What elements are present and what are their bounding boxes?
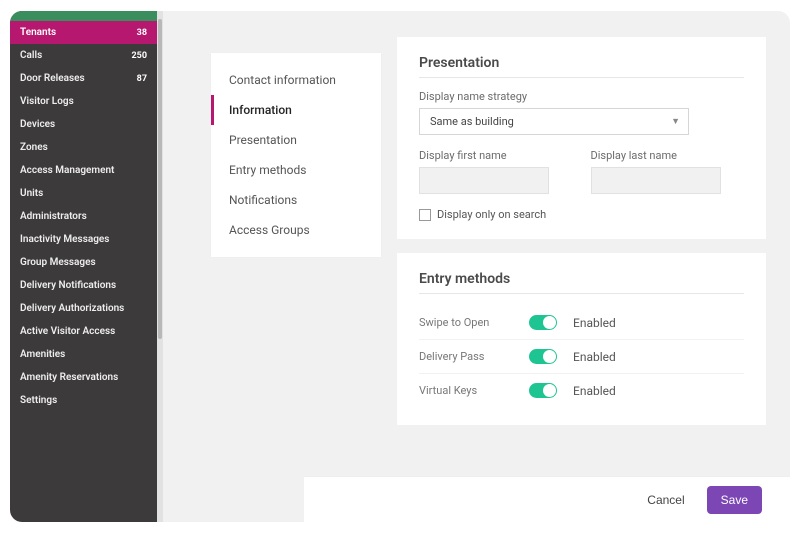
entry-method-name: Swipe to Open [419, 316, 529, 329]
entry-method-toggle[interactable] [529, 383, 557, 398]
presentation-panel: Presentation Display name strategy Same … [397, 37, 766, 239]
entry-method-name: Virtual Keys [419, 384, 529, 397]
display-only-on-search-checkbox[interactable] [419, 209, 431, 221]
entry-methods-panel: Entry methods Swipe to Open Enabled Deli… [397, 253, 766, 425]
sidebar-item-group-messages[interactable]: Group Messages [10, 251, 157, 274]
panel-title: Entry methods [419, 271, 744, 287]
toggle-knob [543, 350, 556, 363]
scrollbar[interactable] [157, 11, 163, 522]
sidebar-item-visitor-logs[interactable]: Visitor Logs [10, 90, 157, 113]
display-strategy-select[interactable]: Same as building ▼ [419, 108, 689, 135]
sidebar-item-label: Administrators [20, 211, 87, 222]
sidebar-item-label: Zones [20, 142, 48, 153]
sidebar-item-devices[interactable]: Devices [10, 113, 157, 136]
cancel-button[interactable]: Cancel [641, 492, 690, 508]
display-last-input[interactable] [591, 167, 721, 194]
sidebar-item-delivery-authorizations[interactable]: Delivery Authorizations [10, 297, 157, 320]
sidebar-item-label: Tenants [20, 27, 56, 38]
sidebar-item-label: Delivery Authorizations [20, 303, 124, 314]
sidebar-item-badge: 38 [137, 28, 147, 38]
chevron-down-icon: ▼ [671, 116, 680, 127]
subnav-item-contact-information[interactable]: Contact information [211, 65, 381, 95]
sidebar-item-door-releases[interactable]: Door Releases 87 [10, 67, 157, 90]
sidebar-item-label: Active Visitor Access [20, 326, 115, 337]
subnav-item-notifications[interactable]: Notifications [211, 185, 381, 215]
divider [419, 293, 744, 294]
entry-method-status: Enabled [573, 350, 616, 364]
sidebar-item-administrators[interactable]: Administrators [10, 205, 157, 228]
subnav: Contact information Information Presenta… [211, 53, 381, 257]
sidebar-item-calls[interactable]: Calls 250 [10, 44, 157, 67]
entry-method-status: Enabled [573, 316, 616, 330]
subnav-item-label: Contact information [229, 73, 336, 87]
sidebar-item-badge: 87 [137, 74, 147, 84]
subnav-item-entry-methods[interactable]: Entry methods [211, 155, 381, 185]
sidebar-item-settings[interactable]: Settings [10, 389, 157, 412]
subnav-item-label: Notifications [229, 193, 297, 207]
sidebar-item-zones[interactable]: Zones [10, 136, 157, 159]
subnav-item-label: Access Groups [229, 223, 310, 237]
sidebar-item-label: Visitor Logs [20, 96, 74, 107]
subnav-item-label: Entry methods [229, 163, 306, 177]
sidebar: Tenants 38 Calls 250 Door Releases 87 Vi… [10, 11, 157, 522]
panel-title: Presentation [419, 55, 744, 71]
sidebar-item-badge: 250 [132, 51, 148, 61]
toggle-knob [543, 316, 556, 329]
subnav-item-information[interactable]: Information [211, 95, 381, 125]
subnav-item-presentation[interactable]: Presentation [211, 125, 381, 155]
entry-method-toggle[interactable] [529, 315, 557, 330]
subnav-item-label: Information [229, 103, 292, 117]
entry-method-name: Delivery Pass [419, 350, 529, 363]
sidebar-item-label: Access Management [20, 165, 114, 176]
sidebar-item-inactivity-messages[interactable]: Inactivity Messages [10, 228, 157, 251]
sidebar-item-label: Group Messages [20, 257, 96, 268]
sidebar-item-label: Inactivity Messages [20, 234, 109, 245]
main-content: Contact information Information Presenta… [157, 11, 790, 522]
display-first-label: Display first name [419, 149, 573, 162]
entry-method-status: Enabled [573, 384, 616, 398]
sidebar-item-label: Settings [20, 395, 57, 406]
subnav-item-access-groups[interactable]: Access Groups [211, 215, 381, 245]
entry-method-toggle[interactable] [529, 349, 557, 364]
footer: Cancel Save [304, 476, 790, 522]
sidebar-item-label: Amenities [20, 349, 65, 360]
sidebar-header-bar [10, 11, 157, 21]
sidebar-item-label: Calls [20, 50, 42, 61]
save-button[interactable]: Save [707, 486, 762, 514]
sidebar-item-active-visitor-access[interactable]: Active Visitor Access [10, 320, 157, 343]
display-strategy-label: Display name strategy [419, 90, 744, 103]
sidebar-item-delivery-notifications[interactable]: Delivery Notifications [10, 274, 157, 297]
subnav-item-label: Presentation [229, 133, 297, 147]
sidebar-item-tenants[interactable]: Tenants 38 [10, 21, 157, 44]
sidebar-item-units[interactable]: Units [10, 182, 157, 205]
sidebar-item-label: Amenity Reservations [20, 372, 118, 383]
display-only-on-search-label: Display only on search [437, 208, 546, 221]
sidebar-item-amenity-reservations[interactable]: Amenity Reservations [10, 366, 157, 389]
sidebar-item-label: Delivery Notifications [20, 280, 116, 291]
scrollbar-thumb[interactable] [158, 19, 162, 339]
select-value: Same as building [430, 115, 514, 128]
sidebar-item-label: Door Releases [20, 73, 85, 84]
sidebar-item-label: Units [20, 188, 43, 199]
toggle-knob [543, 384, 556, 397]
divider [419, 77, 744, 78]
display-last-label: Display last name [591, 149, 745, 162]
display-first-input[interactable] [419, 167, 549, 194]
entry-method-row: Delivery Pass Enabled [419, 340, 744, 374]
sidebar-item-access-management[interactable]: Access Management [10, 159, 157, 182]
sidebar-item-label: Devices [20, 119, 55, 130]
entry-method-row: Swipe to Open Enabled [419, 306, 744, 340]
entry-method-row: Virtual Keys Enabled [419, 374, 744, 407]
sidebar-item-amenities[interactable]: Amenities [10, 343, 157, 366]
